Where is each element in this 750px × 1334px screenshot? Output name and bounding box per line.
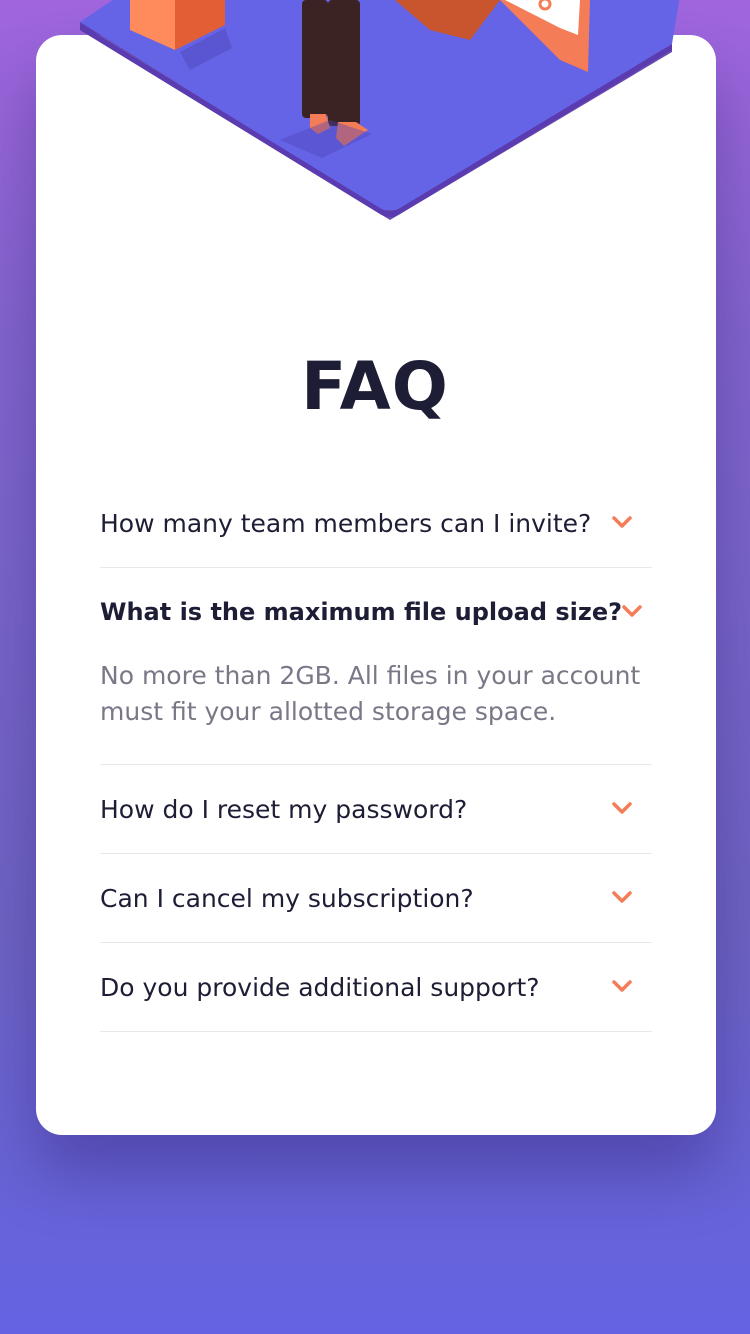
chevron-down-icon[interactable] [612, 802, 632, 816]
faq-item: What is the maximum file upload size? No … [100, 568, 652, 765]
faq-question-button[interactable]: Do you provide additional support? [100, 943, 652, 1031]
faq-question-text: Can I cancel my subscription? [100, 883, 474, 913]
faq-list: How many team members can I invite? What … [100, 479, 652, 1032]
chevron-down-icon[interactable] [612, 516, 632, 530]
faq-question-button[interactable]: How many team members can I invite? [100, 479, 652, 567]
faq-question-text: How many team members can I invite? [100, 508, 592, 538]
faq-item: How many team members can I invite? [100, 479, 652, 568]
faq-question-text: Do you provide additional support? [100, 972, 540, 1002]
faq-question-button[interactable]: What is the maximum file upload size? [100, 568, 652, 656]
chevron-down-icon[interactable] [622, 605, 642, 619]
monitor-dot [538, 0, 552, 11]
page-title: FAQ [301, 348, 449, 425]
faq-question-button[interactable]: Can I cancel my subscription? [100, 854, 652, 942]
faq-item: Do you provide additional support? [100, 943, 652, 1032]
monitor-screen [505, 0, 580, 35]
chevron-down-icon[interactable] [612, 980, 632, 994]
chevron-down-icon[interactable] [612, 891, 632, 905]
faq-question-text: What is the maximum file upload size? [100, 598, 623, 626]
faq-answer: No more than 2GB. All files in your acco… [100, 661, 641, 726]
faq-question-text: How do I reset my password? [100, 794, 468, 824]
faq-question-button[interactable]: How do I reset my password? [100, 765, 652, 853]
faq-item: How do I reset my password? [100, 765, 652, 854]
monitor-back [395, 0, 500, 40]
faq-item: Can I cancel my subscription? [100, 854, 652, 943]
